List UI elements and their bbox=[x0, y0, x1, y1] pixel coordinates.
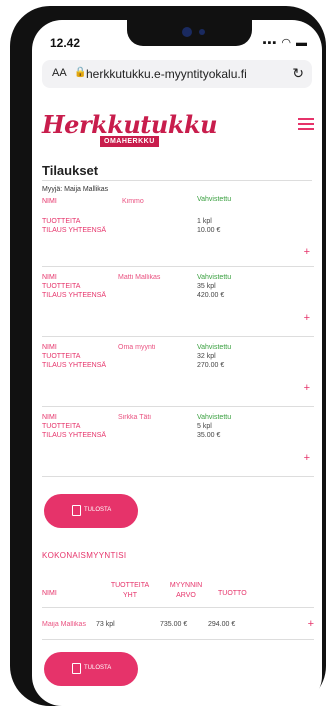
expand-plus-icon[interactable]: + bbox=[308, 618, 314, 630]
products-label: TUOTTEITA bbox=[42, 218, 81, 225]
page-title: Tilaukset bbox=[42, 163, 99, 178]
site-logo[interactable]: Herkkutukku OMAHERKKU bbox=[42, 110, 218, 154]
phone-screen: 12.42 ▪▪▪ ◠ ▬ AA 🔒 herkkutukku.e-myyntit… bbox=[32, 20, 322, 706]
print-button[interactable]: TULOSTA bbox=[44, 652, 138, 686]
products-label: TUOTTEITA bbox=[42, 353, 81, 360]
products-count: 35 kpl bbox=[197, 283, 216, 290]
order-row: NIMI Matti Mallikas Vahvistettu TUOTTEIT… bbox=[42, 266, 314, 337]
column-header-name: NIMI bbox=[42, 590, 57, 597]
column-header-profit: TUOTTO bbox=[218, 590, 247, 597]
menu-icon[interactable] bbox=[298, 118, 314, 130]
text-size-button[interactable]: AA bbox=[52, 67, 67, 79]
order-status: Vahvistettu bbox=[197, 344, 232, 351]
products-count: 1 kpl bbox=[197, 218, 212, 225]
total-label: TILAUS YHTEENSÄ bbox=[42, 362, 107, 369]
order-row: NIMI Oma myynti Vahvistettu TUOTTEITA 32… bbox=[42, 336, 314, 407]
customer-name[interactable]: Oma myynti bbox=[118, 344, 155, 351]
total-label: TILAUS YHTEENSÄ bbox=[42, 432, 107, 439]
divider bbox=[42, 639, 314, 640]
order-status: Vahvistettu bbox=[197, 274, 232, 281]
reload-icon[interactable]: ↻ bbox=[292, 65, 304, 82]
address-bar[interactable]: AA 🔒 herkkutukku.e-myyntityokalu.fi ↻ bbox=[42, 60, 312, 88]
products-label: TUOTTEITA bbox=[42, 283, 81, 290]
customer-name[interactable]: Matti Mallikas bbox=[118, 274, 160, 281]
total-label: TILAUS YHTEENSÄ bbox=[42, 292, 107, 299]
summary-sales: 735.00 € bbox=[160, 621, 188, 628]
column-header-products: TUOTTEITA YHT bbox=[110, 582, 150, 599]
logo-main-text: Herkkutukku bbox=[42, 110, 218, 139]
products-label: TUOTTEITA bbox=[42, 423, 81, 430]
document-icon bbox=[72, 663, 81, 674]
phone-frame: 12.42 ▪▪▪ ◠ ▬ AA 🔒 herkkutukku.e-myyntit… bbox=[10, 6, 326, 706]
seller-label: Myyjä: Maija Mallikas bbox=[42, 186, 109, 193]
order-total: 10.00 € bbox=[197, 227, 221, 234]
customer-name[interactable]: Sirkka Täti bbox=[118, 414, 151, 421]
customer-name[interactable]: Kimmo bbox=[122, 198, 144, 205]
summary-products: 73 kpl bbox=[96, 621, 115, 628]
products-count: 5 kpl bbox=[197, 423, 212, 430]
order-total: 270.00 € bbox=[197, 362, 225, 369]
status-time: 12.42 bbox=[50, 36, 81, 50]
total-label: TILAUS YHTEENSÄ bbox=[42, 227, 107, 234]
document-icon bbox=[72, 505, 81, 516]
expand-plus-icon[interactable]: + bbox=[304, 382, 310, 394]
order-row: NIMI Kimmo Vahvistettu TUOTTEITA 1 kpl T… bbox=[42, 196, 314, 267]
summary-profit: 294.00 € bbox=[208, 621, 236, 628]
order-total: 420.00 € bbox=[197, 292, 225, 299]
divider bbox=[42, 607, 314, 608]
expand-plus-icon[interactable]: + bbox=[304, 452, 310, 464]
column-header-sales: MYYNNIN ARVO bbox=[169, 582, 203, 599]
total-sales-title: KOKONAISMYYNTISI bbox=[42, 551, 127, 560]
order-status: Vahvistettu bbox=[197, 414, 232, 421]
divider bbox=[42, 180, 312, 181]
summary-seller-name[interactable]: Maija Mallikas bbox=[42, 621, 86, 628]
name-label: NIMI bbox=[42, 414, 57, 421]
order-status: Vahvistettu bbox=[197, 196, 232, 203]
url-text[interactable]: herkkutukku.e-myyntityokalu.fi bbox=[86, 67, 247, 81]
products-count: 32 kpl bbox=[197, 353, 216, 360]
name-label: NIMI bbox=[42, 274, 57, 281]
order-row: NIMI Sirkka Täti Vahvistettu TUOTTEITA 5… bbox=[42, 406, 314, 477]
expand-plus-icon[interactable]: + bbox=[304, 312, 310, 324]
order-total: 35.00 € bbox=[197, 432, 221, 439]
logo-sub-text: OMAHERKKU bbox=[100, 136, 159, 147]
sensor-icon bbox=[199, 29, 205, 35]
page-content: Herkkutukku OMAHERKKU Tilaukset Myyjä: M… bbox=[32, 100, 322, 706]
camera-icon bbox=[182, 27, 192, 37]
expand-plus-icon[interactable]: + bbox=[304, 246, 310, 258]
print-label: TULOSTA bbox=[84, 665, 112, 671]
lock-icon: 🔒 bbox=[74, 67, 87, 78]
notch bbox=[127, 20, 252, 46]
status-icons: ▪▪▪ ◠ ▬ bbox=[262, 37, 308, 49]
print-button[interactable]: TULOSTA bbox=[44, 494, 138, 528]
name-label: NIMI bbox=[42, 198, 57, 205]
print-label: TULOSTA bbox=[84, 507, 112, 513]
name-label: NIMI bbox=[42, 344, 57, 351]
